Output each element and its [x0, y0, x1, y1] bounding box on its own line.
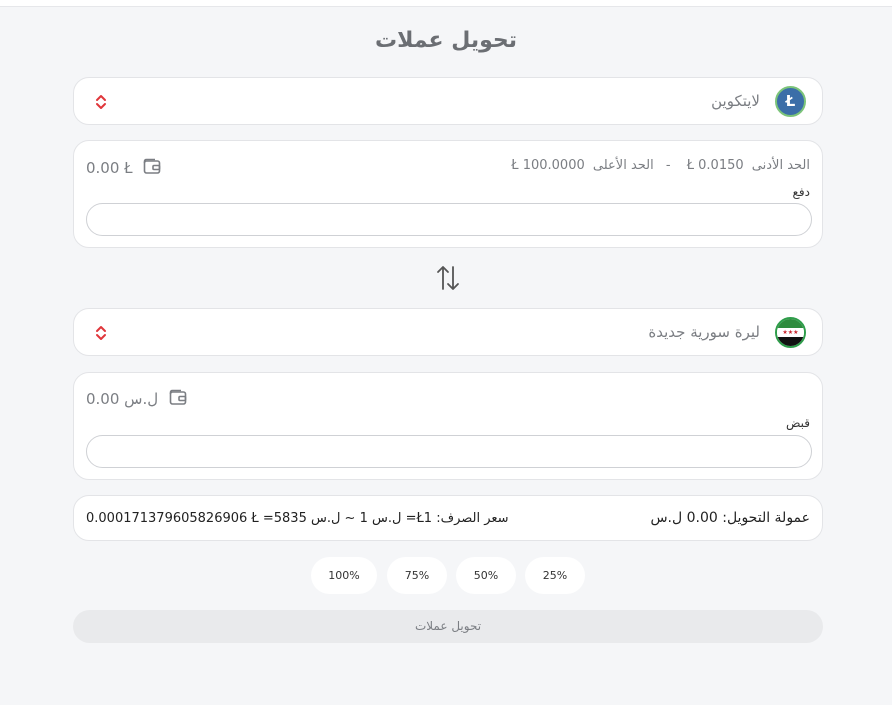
limits-text: الحد الأدنى Ł 0.0150 - الحد الأعلى Ł 100… — [507, 158, 810, 173]
min-label: الحد الأدنى — [751, 158, 810, 173]
receive-amount-input[interactable] — [86, 435, 812, 468]
percent-75-button[interactable]: 75% — [387, 557, 447, 594]
litecoin-icon: Ł — [775, 86, 806, 117]
max-value: Ł 100.0000 — [511, 158, 585, 173]
to-currency-selector[interactable]: ★★★ ليرة سورية جديدة — [73, 308, 823, 356]
to-balance-value: 0.00 ل.س — [86, 390, 159, 408]
from-balance-value: 0.00 Ł — [86, 159, 133, 177]
from-currency-selector[interactable]: Ł لايتكوين — [73, 77, 823, 125]
min-value: Ł 0.0150 — [686, 158, 744, 173]
syria-flag-icon: ★★★ — [775, 317, 806, 348]
percent-50-button[interactable]: 50% — [456, 557, 516, 594]
swap-arrows-icon[interactable] — [436, 265, 460, 291]
exchange-rate: 0.000171379605826906 Ł =ل.س 1 ~ ل.س 5835… — [86, 511, 509, 526]
chevron-up-down-icon — [96, 95, 106, 109]
max-label: الحد الأعلى — [592, 158, 654, 173]
pay-amount-card: 0.00 Ł الحد الأدنى Ł 0.0150 - الحد الأعل… — [73, 140, 823, 248]
pay-field-label: دفع — [792, 185, 810, 199]
wallet-icon — [144, 158, 161, 174]
limits-separator: - — [665, 158, 671, 173]
convert-button[interactable]: تحويل عملات — [73, 610, 823, 643]
receive-field-label: قبض — [785, 416, 810, 430]
percent-100-button[interactable]: 100% — [311, 557, 377, 594]
receive-amount-card: 0.00 ل.س قبض — [73, 372, 823, 480]
top-bar — [0, 0, 892, 7]
rate-info-card: عمولة التحويل: 0.00 ل.س 0.00017137960582… — [73, 495, 823, 541]
from-currency-name: لايتكوين — [711, 92, 760, 110]
to-currency-name: ليرة سورية جديدة — [648, 323, 760, 341]
from-balance: 0.00 Ł — [86, 158, 161, 177]
wallet-icon — [169, 389, 187, 405]
chevron-up-down-icon — [96, 326, 106, 340]
page-title: تحويل عملات — [374, 28, 518, 53]
pay-amount-input[interactable] — [86, 203, 812, 236]
conversion-fee: عمولة التحويل: 0.00 ل.س — [650, 510, 810, 526]
to-balance: 0.00 ل.س — [86, 389, 187, 408]
percent-25-button[interactable]: 25% — [525, 557, 585, 594]
